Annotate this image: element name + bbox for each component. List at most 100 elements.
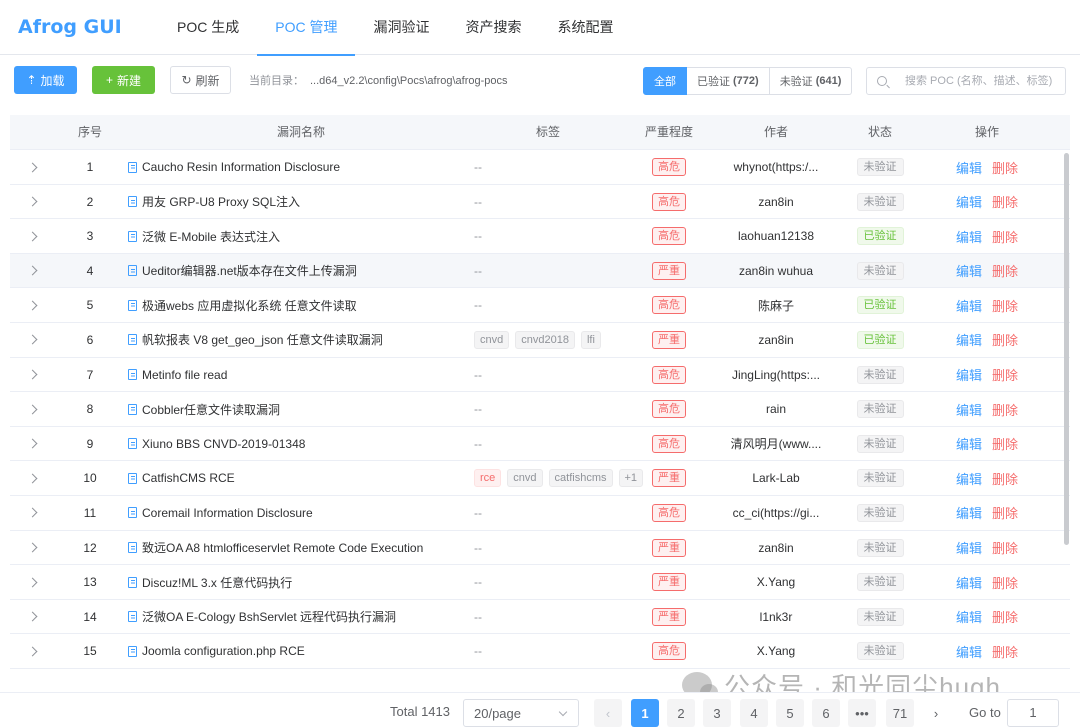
delete-button[interactable]: 删除 — [992, 192, 1018, 211]
page-button[interactable]: 71 — [886, 699, 914, 727]
poc-name-cell[interactable]: Ueditor编辑器.net版本存在文件上传漏洞 — [128, 254, 357, 288]
edit-button[interactable]: 编辑 — [956, 503, 982, 522]
table-row[interactable]: 14 泛微OA E-Cology BshServlet 远程代码执行漏洞 -- … — [10, 600, 1070, 635]
table-row[interactable]: 13 Discuz!ML 3.x 任意代码执行 -- 严重 X.Yang 未验证… — [10, 565, 1070, 600]
delete-button[interactable]: 删除 — [992, 365, 1018, 384]
expand-toggle[interactable] — [10, 219, 54, 253]
poc-name-cell[interactable]: 泛微OA E-Cology BshServlet 远程代码执行漏洞 — [128, 600, 396, 634]
expand-toggle[interactable] — [10, 185, 54, 219]
poc-name-cell[interactable]: 致远OA A8 htmlofficeservlet Remote Code Ex… — [128, 531, 423, 565]
table-row[interactable]: 2 用友 GRP-U8 Proxy SQL注入 -- 高危 zan8in 未验证… — [10, 185, 1070, 220]
table-scrollbar[interactable] — [1064, 153, 1069, 545]
delete-button[interactable]: 删除 — [992, 227, 1018, 246]
next-page-button[interactable]: › — [922, 699, 950, 727]
delete-button[interactable]: 删除 — [992, 642, 1018, 661]
expand-toggle[interactable] — [10, 565, 54, 599]
table-row[interactable]: 3 泛微 E-Mobile 表达式注入 -- 高危 laohuan12138 已… — [10, 219, 1070, 254]
page-button[interactable]: 2 — [667, 699, 695, 727]
delete-button[interactable]: 删除 — [992, 434, 1018, 453]
delete-button[interactable]: 删除 — [992, 296, 1018, 315]
page-button[interactable]: 1 — [631, 699, 659, 727]
poc-name-cell[interactable]: Xiuno BBS CNVD-2019-01348 — [128, 427, 305, 461]
edit-button[interactable]: 编辑 — [956, 227, 982, 246]
nav-tab-1[interactable]: POC 管理 — [257, 0, 356, 56]
expand-toggle[interactable] — [10, 496, 54, 530]
nav-tab-0[interactable]: POC 生成 — [159, 0, 257, 55]
expand-toggle[interactable] — [10, 531, 54, 565]
poc-name-cell[interactable]: Cobbler任意文件读取漏洞 — [128, 392, 280, 426]
poc-name-cell[interactable]: Discuz!ML 3.x 任意代码执行 — [128, 565, 292, 599]
expand-toggle[interactable] — [10, 150, 54, 184]
table-row[interactable]: 5 极通webs 应用虚拟化系统 任意文件读取 -- 高危 陈麻子 已验证 编辑… — [10, 288, 1070, 323]
expand-toggle[interactable] — [10, 427, 54, 461]
delete-button[interactable]: 删除 — [992, 503, 1018, 522]
edit-button[interactable]: 编辑 — [956, 573, 982, 592]
filter-verified[interactable]: 已验证 (772) — [687, 67, 770, 95]
page-button[interactable]: 3 — [703, 699, 731, 727]
delete-button[interactable]: 删除 — [992, 158, 1018, 177]
nav-tab-2[interactable]: 漏洞验证 — [355, 0, 447, 55]
page-button[interactable]: 6 — [812, 699, 840, 727]
poc-name-cell[interactable]: 极通webs 应用虚拟化系统 任意文件读取 — [128, 288, 357, 322]
poc-name-cell[interactable]: Joomla configuration.php RCE — [128, 634, 305, 668]
poc-name-cell[interactable]: Metinfo file read — [128, 358, 227, 392]
expand-toggle[interactable] — [10, 600, 54, 634]
edit-button[interactable]: 编辑 — [956, 400, 982, 419]
nav-tab-3[interactable]: 资产搜索 — [447, 0, 539, 55]
table-row[interactable]: 12 致远OA A8 htmlofficeservlet Remote Code… — [10, 531, 1070, 566]
table-row[interactable]: 10 CatfishCMS RCE rce cnvd catfishcms +1 严重… — [10, 461, 1070, 496]
search-input[interactable] — [905, 75, 1065, 87]
filter-unverified[interactable]: 未验证 (641) — [769, 67, 853, 95]
prev-page-button[interactable]: ‹ — [594, 699, 622, 727]
poc-name-cell[interactable]: 泛微 E-Mobile 表达式注入 — [128, 219, 280, 253]
load-button[interactable]: ⇡ 加载 — [14, 66, 77, 94]
table-row[interactable]: 8 Cobbler任意文件读取漏洞 -- 高危 rain 未验证 编辑 删除 — [10, 392, 1070, 427]
poc-name-cell[interactable]: 帆软报表 V8 get_geo_json 任意文件读取漏洞 — [128, 323, 383, 357]
expand-toggle[interactable] — [10, 392, 54, 426]
table-row[interactable]: 7 Metinfo file read -- 高危 JingLing(https… — [10, 358, 1070, 393]
table-row[interactable]: 6 帆软报表 V8 get_geo_json 任意文件读取漏洞 cnvd cnvd… — [10, 323, 1070, 358]
edit-button[interactable]: 编辑 — [956, 434, 982, 453]
delete-button[interactable]: 删除 — [992, 538, 1018, 557]
delete-button[interactable]: 删除 — [992, 330, 1018, 349]
refresh-button[interactable]: ↻ 刷新 — [170, 66, 231, 94]
delete-button[interactable]: 删除 — [992, 607, 1018, 626]
edit-button[interactable]: 编辑 — [956, 261, 982, 280]
nav-tab-4[interactable]: 系统配置 — [539, 0, 631, 55]
new-button[interactable]: + 新建 — [92, 66, 155, 94]
table-row[interactable]: 4 Ueditor编辑器.net版本存在文件上传漏洞 -- 严重 zan8in … — [10, 253, 1070, 289]
goto-input[interactable]: 1 — [1007, 699, 1059, 727]
table-row[interactable]: 9 Xiuno BBS CNVD-2019-01348 -- 高危 清风明月(w… — [10, 427, 1070, 462]
poc-name-cell[interactable]: 用友 GRP-U8 Proxy SQL注入 — [128, 185, 300, 219]
poc-name-cell[interactable]: Caucho Resin Information Disclosure — [128, 150, 340, 184]
more-pages-button[interactable]: ••• — [848, 699, 876, 727]
page-button[interactable]: 4 — [740, 699, 768, 727]
expand-toggle[interactable] — [10, 634, 54, 668]
poc-name-cell[interactable]: Coremail Information Disclosure — [128, 496, 313, 530]
expand-toggle[interactable] — [10, 323, 54, 357]
edit-button[interactable]: 编辑 — [956, 296, 982, 315]
edit-button[interactable]: 编辑 — [956, 365, 982, 384]
edit-button[interactable]: 编辑 — [956, 642, 982, 661]
poc-name-cell[interactable]: CatfishCMS RCE — [128, 461, 235, 495]
delete-button[interactable]: 删除 — [992, 573, 1018, 592]
edit-button[interactable]: 编辑 — [956, 192, 982, 211]
expand-toggle[interactable] — [10, 288, 54, 322]
filter-all[interactable]: 全部 — [643, 67, 687, 95]
page-button[interactable]: 5 — [776, 699, 804, 727]
page-size-select[interactable]: 20/page — [463, 699, 579, 727]
table-row[interactable]: 1 Caucho Resin Information Disclosure --… — [10, 150, 1070, 185]
edit-button[interactable]: 编辑 — [956, 330, 982, 349]
delete-button[interactable]: 删除 — [992, 261, 1018, 280]
edit-button[interactable]: 编辑 — [956, 538, 982, 557]
expand-toggle[interactable] — [10, 461, 54, 495]
table-row[interactable]: 11 Coremail Information Disclosure -- 高危… — [10, 496, 1070, 531]
expand-toggle[interactable] — [10, 254, 54, 288]
expand-toggle[interactable] — [10, 358, 54, 392]
edit-button[interactable]: 编辑 — [956, 158, 982, 177]
delete-button[interactable]: 删除 — [992, 469, 1018, 488]
document-icon — [128, 299, 137, 311]
edit-button[interactable]: 编辑 — [956, 469, 982, 488]
delete-button[interactable]: 删除 — [992, 400, 1018, 419]
edit-button[interactable]: 编辑 — [956, 607, 982, 626]
